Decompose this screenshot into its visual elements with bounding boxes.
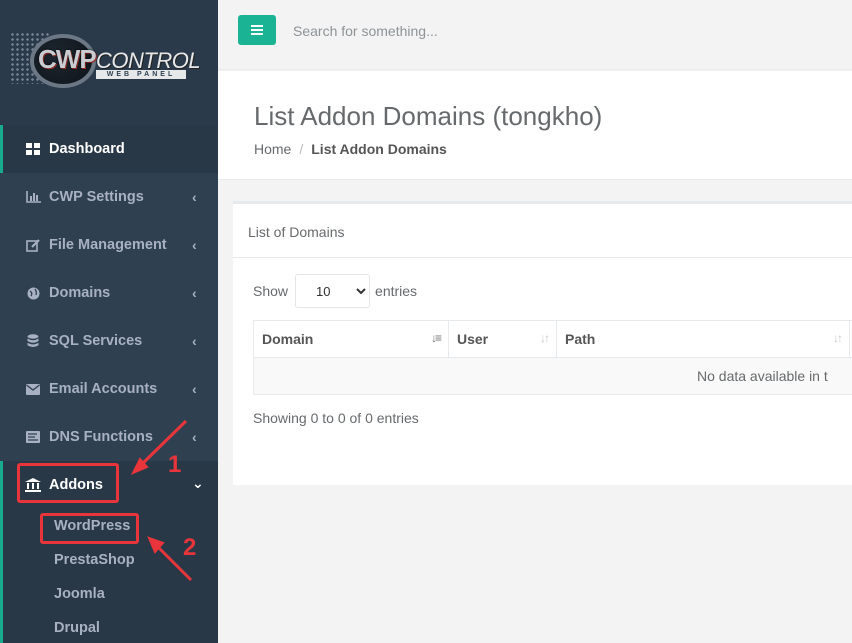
breadcrumb: Home / List Addon Domains: [254, 141, 447, 157]
sort-desc-icon: ↓≡: [430, 331, 442, 345]
breadcrumb-home-link[interactable]: Home: [254, 141, 291, 157]
globe-icon: [25, 286, 41, 300]
top-navbar: [218, 0, 852, 70]
chevron-left-icon: ‹: [192, 189, 197, 205]
sidebar-item-label: Dashboard: [49, 141, 125, 157]
chevron-left-icon: ‹: [192, 285, 197, 301]
column-header-domain[interactable]: Domain ↓≡: [253, 320, 449, 358]
entries-label: entries: [375, 283, 418, 299]
table-info-text: Showing 0 to 0 of 0 entries: [253, 410, 419, 426]
breadcrumb-current: List Addon Domains: [311, 141, 447, 157]
sidebar-item-label: SQL Services: [49, 333, 143, 349]
column-header-user[interactable]: User ↓↑: [448, 320, 557, 358]
sidebar-item-label: CWP Settings: [49, 189, 144, 205]
annotation-number-2: 2: [183, 534, 197, 561]
logo-text-cwp: CWP: [38, 44, 97, 74]
chevron-left-icon: ‹: [192, 333, 197, 349]
column-label: User: [457, 331, 489, 347]
sidebar-item-label: DNS Functions: [49, 429, 153, 445]
chevron-left-icon: ‹: [192, 429, 197, 445]
chevron-down-icon: ⌄: [192, 475, 204, 491]
breadcrumb-separator: /: [299, 141, 304, 157]
show-label: Show: [253, 283, 289, 299]
domains-panel: List of Domains Show 10 entries Domain ↓≡…: [233, 201, 852, 485]
column-label: Domain: [262, 331, 314, 347]
dashboard-icon: [25, 142, 41, 156]
empty-table-text: No data available in t: [697, 368, 828, 384]
chevron-left-icon: ‹: [192, 381, 197, 397]
hamburger-icon: [251, 29, 263, 31]
signal-icon: [25, 430, 41, 444]
cwp-logo[interactable]: CWP CONTROL WEB PANEL: [0, 0, 218, 125]
column-label: Path: [565, 331, 596, 347]
sidebar-item-dashboard[interactable]: Dashboard: [0, 125, 218, 173]
database-icon: [25, 334, 41, 348]
sidebar-item-email-accounts[interactable]: Email Accounts ‹: [0, 365, 218, 413]
bar-chart-icon: [25, 190, 41, 204]
sort-icon: ↓↑: [540, 331, 550, 345]
sidebar-item-label: Email Accounts: [49, 381, 158, 397]
sidebar-item-domains[interactable]: Domains ‹: [0, 269, 218, 317]
annotation-number-1: 1: [168, 451, 182, 478]
panel-title: List of Domains: [233, 204, 852, 258]
sidebar-item-file-management[interactable]: File Management ‹: [0, 221, 218, 269]
chevron-left-icon: ‹: [192, 237, 197, 253]
sidebar-nav: Dashboard CWP Settings ‹ File Management…: [0, 125, 218, 643]
table-header-row: Domain ↓≡ User ↓↑ Path ↓↑: [253, 320, 852, 358]
sidebar-item-dns-functions[interactable]: DNS Functions ‹: [0, 413, 218, 461]
page-title: List Addon Domains (tongkho): [254, 101, 603, 131]
sidebar-item-label: Domains: [49, 285, 111, 301]
search-input[interactable]: [293, 20, 693, 42]
page-heading: List Addon Domains (tongkho) Home / List A…: [218, 71, 852, 180]
page-length-select[interactable]: 10: [295, 274, 371, 308]
envelope-icon: [25, 382, 41, 396]
sidebar-item-label: File Management: [49, 237, 167, 253]
annotation-box-addons: [17, 463, 119, 503]
menu-toggle-button[interactable]: [238, 15, 276, 45]
edit-icon: [25, 238, 41, 252]
sidebar-item-sql-services[interactable]: SQL Services ‹: [0, 317, 218, 365]
submenu-item-drupal[interactable]: Drupal: [3, 611, 218, 643]
annotation-box-wordpress: [40, 513, 139, 544]
logo-text-web-panel: WEB PANEL: [96, 70, 186, 79]
submenu-item-joomla[interactable]: Joomla: [3, 577, 218, 611]
column-header-path[interactable]: Path ↓↑: [556, 320, 850, 358]
sidebar-item-cwp-settings[interactable]: CWP Settings ‹: [0, 173, 218, 221]
sort-icon: ↓↑: [833, 331, 843, 345]
page-length-control: Show 10 entries: [253, 274, 417, 308]
